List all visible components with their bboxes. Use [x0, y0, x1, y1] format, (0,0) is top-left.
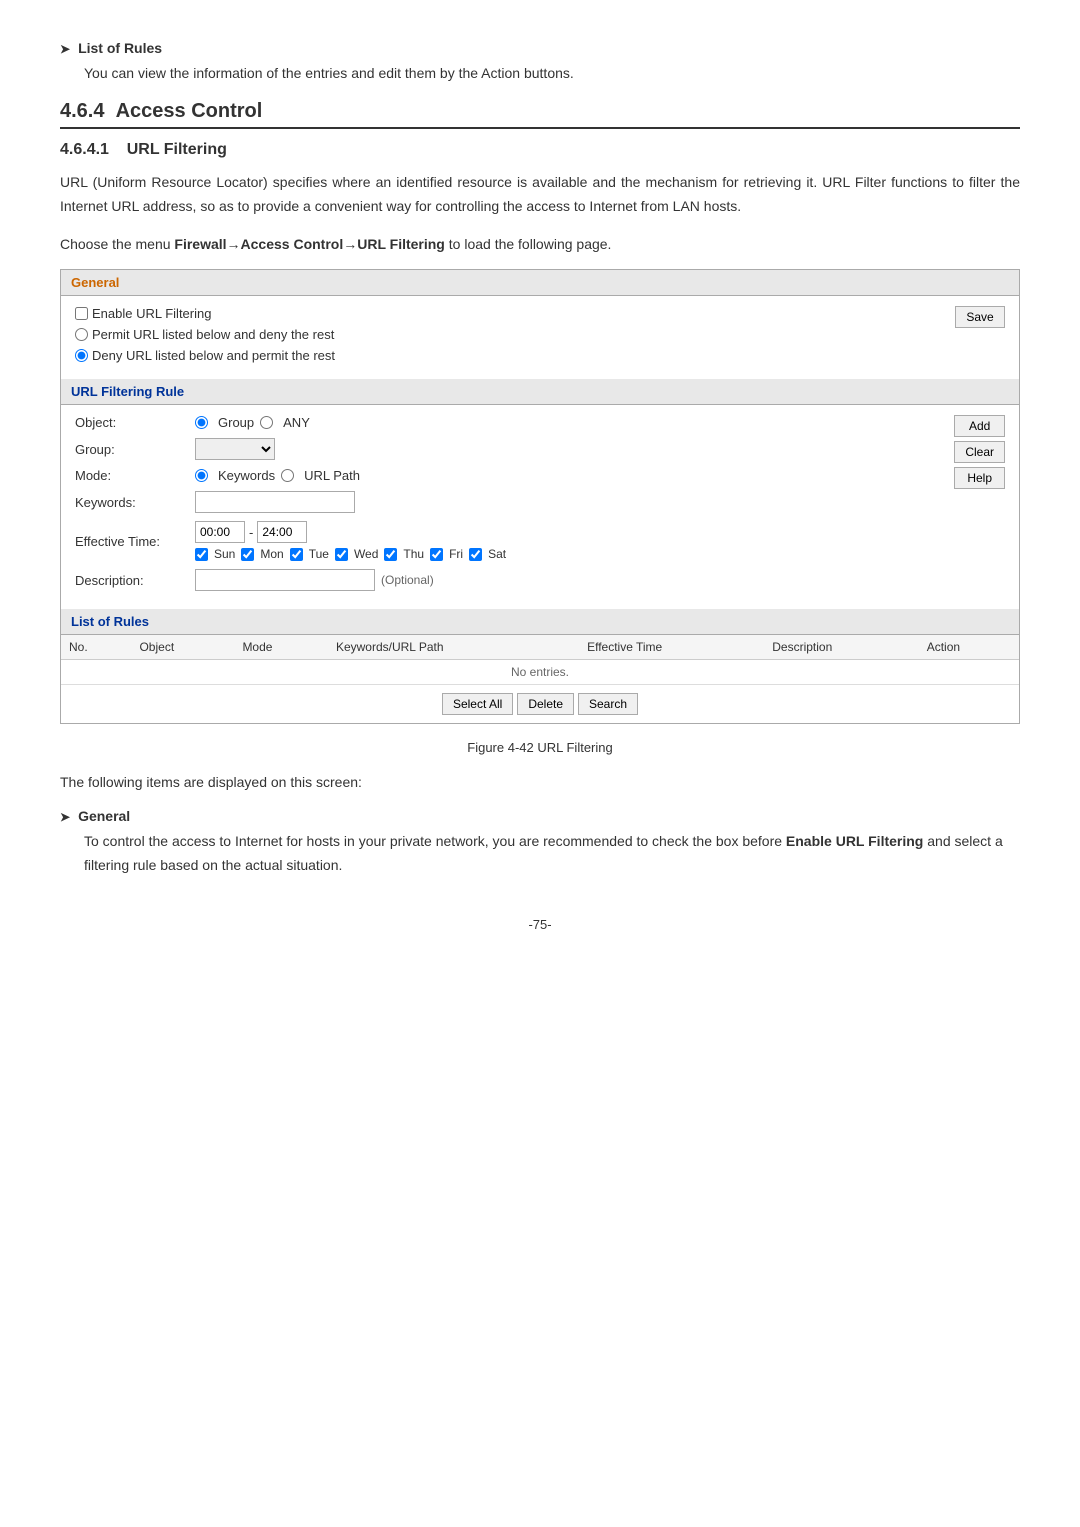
delete-button[interactable]: Delete — [517, 693, 574, 715]
table-header-row: No. Object Mode Keywords/URL Path Effect… — [61, 635, 1019, 660]
day-thu: Thu — [384, 547, 424, 561]
general-section-heading: General — [60, 808, 1020, 824]
enable-url-filtering-label: Enable URL Filtering — [92, 306, 211, 321]
list-of-rules-panel-header: List of Rules — [61, 609, 1019, 635]
no-entries-row: No entries. — [61, 660, 1019, 685]
enable-url-filtering-checkbox[interactable] — [75, 307, 88, 320]
sat-checkbox[interactable] — [469, 548, 482, 561]
general-section-desc: To control the access to Internet for ho… — [84, 830, 1020, 878]
mode-keywords-label: Keywords — [218, 468, 275, 483]
keywords-field — [195, 491, 1005, 513]
description-label: Description: — [75, 573, 195, 588]
object-group-radio[interactable] — [195, 416, 208, 429]
col-action: Action — [919, 635, 1019, 660]
ui-panel: General Save Enable URL Filtering Permit… — [60, 269, 1020, 724]
table-footer: Select All Delete Search — [61, 684, 1019, 723]
section-heading: 4.6.4 Access Control — [60, 100, 1020, 129]
general-content: Save Enable URL Filtering Permit URL lis… — [61, 296, 1019, 379]
object-field: Group ANY — [195, 415, 1005, 430]
clear-button[interactable]: Clear — [954, 441, 1005, 463]
permit-radio-row: Permit URL listed below and deny the res… — [75, 327, 1005, 342]
side-buttons: Add Clear Help — [954, 415, 1005, 489]
object-any-label: ANY — [283, 415, 310, 430]
sun-checkbox[interactable] — [195, 548, 208, 561]
days-row: Sun Mon Tue Wed Thu Fri Sat — [195, 547, 506, 561]
effective-time-field: - Sun Mon Tue Wed Thu Fri Sat — [195, 521, 1005, 561]
col-object: Object — [131, 635, 234, 660]
effective-time-label: Effective Time: — [75, 534, 195, 549]
day-sat: Sat — [469, 547, 506, 561]
time-to-input[interactable] — [257, 521, 307, 543]
description-input[interactable] — [195, 569, 375, 591]
help-button[interactable]: Help — [954, 467, 1005, 489]
menu-instruction: Choose the menu Firewall→Access Control→… — [60, 233, 1020, 255]
keywords-label: Keywords: — [75, 495, 195, 510]
url-filtering-rule-content: Add Clear Help Object: Group ANY Group: … — [61, 405, 1019, 609]
group-label: Group: — [75, 442, 195, 457]
wed-checkbox[interactable] — [335, 548, 348, 561]
object-any-radio[interactable] — [260, 416, 273, 429]
col-keywords: Keywords/URL Path — [328, 635, 579, 660]
day-mon: Mon — [241, 547, 283, 561]
col-effective-time: Effective Time — [579, 635, 764, 660]
fri-checkbox[interactable] — [430, 548, 443, 561]
no-entries-cell: No entries. — [61, 660, 1019, 685]
mode-keywords-radio[interactable] — [195, 469, 208, 482]
group-select[interactable] — [195, 438, 275, 460]
time-separator: - — [249, 525, 253, 540]
optional-text: (Optional) — [381, 573, 434, 587]
deny-radio-row: Deny URL listed below and permit the res… — [75, 348, 1005, 363]
select-all-button[interactable]: Select All — [442, 693, 513, 715]
page-number: -75- — [60, 917, 1020, 932]
tue-checkbox[interactable] — [290, 548, 303, 561]
keywords-input[interactable] — [195, 491, 355, 513]
add-button[interactable]: Add — [954, 415, 1005, 437]
day-fri: Fri — [430, 547, 463, 561]
permit-radio[interactable] — [75, 328, 88, 341]
object-group-label: Group — [218, 415, 254, 430]
day-tue: Tue — [290, 547, 329, 561]
list-of-rules-table-area: No. Object Mode Keywords/URL Path Effect… — [61, 635, 1019, 723]
search-button[interactable]: Search — [578, 693, 638, 715]
deny-radio[interactable] — [75, 349, 88, 362]
deny-label: Deny URL listed below and permit the res… — [92, 348, 335, 363]
mode-field: Keywords URL Path — [195, 468, 1005, 483]
mode-label: Mode: — [75, 468, 195, 483]
mode-urlpath-label: URL Path — [304, 468, 360, 483]
mode-urlpath-radio[interactable] — [281, 469, 294, 482]
thu-checkbox[interactable] — [384, 548, 397, 561]
col-description: Description — [764, 635, 918, 660]
list-of-rules-bullet: List of Rules — [60, 40, 1020, 56]
time-from-input[interactable] — [195, 521, 245, 543]
group-field — [195, 438, 1005, 460]
following-items-text: The following items are displayed on thi… — [60, 771, 1020, 793]
group-row: Group: — [75, 438, 1005, 460]
list-of-rules-desc: You can view the information of the entr… — [84, 62, 1020, 84]
object-row: Object: Group ANY — [75, 415, 1005, 430]
col-mode: Mode — [234, 635, 328, 660]
description-field: (Optional) — [195, 569, 1005, 591]
description-row: Description: (Optional) — [75, 569, 1005, 591]
figure-caption: Figure 4-42 URL Filtering — [60, 740, 1020, 755]
enable-url-filtering-row: Enable URL Filtering — [75, 306, 1005, 321]
object-label: Object: — [75, 415, 195, 430]
general-header: General — [61, 270, 1019, 296]
url-filtering-rule-header: URL Filtering Rule — [61, 379, 1019, 405]
day-sun: Sun — [195, 547, 235, 561]
keywords-row: Keywords: — [75, 491, 1005, 513]
save-button[interactable]: Save — [955, 306, 1005, 328]
mon-checkbox[interactable] — [241, 548, 254, 561]
col-no: No. — [61, 635, 131, 660]
intro-paragraph: URL (Uniform Resource Locator) specifies… — [60, 171, 1020, 219]
effective-time-row: Effective Time: - Sun Mon Tue Wed Thu — [75, 521, 1005, 561]
mode-row: Mode: Keywords URL Path — [75, 468, 1005, 483]
permit-label: Permit URL listed below and deny the res… — [92, 327, 334, 342]
subsection-heading: 4.6.4.1 URL Filtering — [60, 141, 1020, 159]
rules-table: No. Object Mode Keywords/URL Path Effect… — [61, 635, 1019, 684]
day-wed: Wed — [335, 547, 378, 561]
